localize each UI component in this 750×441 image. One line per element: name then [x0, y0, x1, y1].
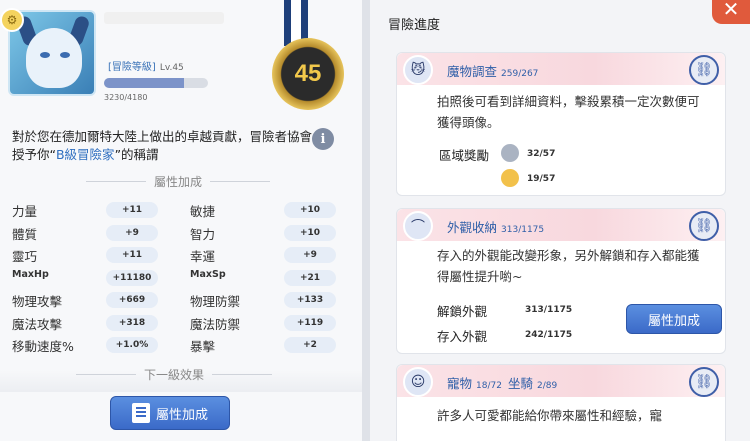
appearance-title: 外觀收納 [447, 220, 498, 235]
link-icon[interactable]: ⛓ [689, 211, 719, 241]
monster-survey-title-line: 魔物調查 259/267 [447, 61, 538, 80]
pet-title: 寵物 [447, 376, 473, 391]
unlock-appearance-label: 解鎖外觀 [437, 304, 488, 319]
attribute-name: 幸運 [190, 249, 216, 264]
attribute-value: +9 [284, 247, 336, 263]
attribute-value: +10 [284, 224, 336, 241]
attribute-name: 體質 [12, 226, 38, 242]
attribute-name: 靈巧 [12, 249, 38, 264]
pet-mount-card: ☺ 寵物 18/72 坐騎 2/89 ⛓ 許多人可愛都能給你帶來屬性和經驗，寵 [396, 364, 726, 441]
attribute-value: +21 [284, 269, 336, 286]
attribute-value: +11180 [106, 269, 158, 286]
unlock-appearance-value: 313/1175 [525, 305, 573, 315]
pet-mount-body: 許多人可愛都能給你帶來屬性和經驗，寵 [437, 408, 663, 423]
book-icon [131, 403, 150, 423]
mount-title: 坐騎 [507, 376, 533, 391]
appearance-body: 存入的外觀能改變形象，另外解鎖和存入都能獲得屬性提升喲~ [437, 248, 700, 284]
attribute-name: MaxSp [190, 268, 226, 280]
attribute-row: 力量 +11 敏捷 +10 [0, 199, 362, 221]
pet-count: 18/72 [476, 381, 502, 391]
info-icon[interactable]: i [312, 128, 334, 150]
exp-progress-fill [104, 78, 185, 88]
attribute-name: 魔法攻擊 [12, 316, 63, 332]
monster-face-icon: 😼 [403, 55, 433, 85]
appearance-attribute-bonus-button[interactable]: 屬性加成 [626, 304, 722, 334]
attribute-row: MaxHp +11180 MaxSp +21 [0, 267, 362, 289]
area-reward-label: 區域獎勵 [439, 148, 490, 163]
attribute-title-text: 屬性加成 [154, 175, 203, 189]
area-reward-2: 19/57 [527, 174, 556, 184]
player-name-bar [104, 12, 224, 24]
attribute-row: 體質 +9 智力 +10 [0, 222, 362, 244]
store-appearance-label: 存入外觀 [437, 329, 488, 344]
attribute-section-title: 屬性加成 [86, 173, 270, 190]
desc-suffix: ”的稱謂 [114, 147, 159, 162]
attribute-bonus-button-label: 屬性加成 [155, 407, 208, 423]
monster-survey-body: 拍照後可看到詳細資料，擊殺累積一定次數便可獲得頭像。 [437, 94, 700, 130]
close-icon[interactable]: ✕ [712, 0, 750, 24]
monster-survey-title: 魔物調查 [447, 64, 498, 79]
rank-description: 對於您在德加爾特大陸上做出的卓越貢獻，冒險者協會授予你“B級冒險家”的稱謂 [12, 128, 312, 164]
exp-text: 3230/4180 [104, 93, 148, 102]
level-label: Lv.45 [159, 63, 184, 73]
attribute-value: +318 [106, 314, 158, 331]
desc-title: B級冒險家 [55, 147, 115, 162]
portrait-face [26, 28, 82, 88]
silver-reward-icon [501, 144, 519, 162]
store-appearance-value: 242/1175 [525, 330, 573, 340]
adventure-progress-panel: 冒險進度 ✕ 😼 魔物調查 259/267 ⛓ 拍照後可看到詳細資料，擊殺累積一定… [370, 0, 750, 441]
pet-face-icon: ☺ [403, 367, 433, 397]
attribute-value: +669 [106, 292, 158, 308]
link-icon[interactable]: ⛓ [689, 55, 719, 85]
pet-mount-header: ☺ 寵物 18/72 坐騎 2/89 ⛓ [397, 365, 725, 397]
attribute-row: 移動速度% +1.0% 暴擊 +2 [0, 334, 362, 356]
settings-badge-icon[interactable]: ⚙ [0, 8, 24, 32]
rank-line: [冒險等級] Lv.45 [108, 58, 184, 73]
appearance-count: 313/1175 [501, 225, 545, 235]
attribute-value: +11 [106, 247, 158, 263]
appearance-header: ⌒ 外觀收納 313/1175 ⛓ [397, 209, 725, 241]
attribute-name: 移動速度% [12, 339, 74, 354]
attribute-name: MaxHp [12, 268, 49, 280]
panel-divider [362, 0, 370, 441]
portrait-eye [60, 52, 70, 58]
attribute-value: +119 [284, 314, 336, 331]
mount-count: 2/89 [536, 381, 558, 391]
attribute-value: +1.0% [106, 337, 158, 353]
cape-icon: ⌒ [403, 211, 433, 241]
attribute-name: 力量 [12, 204, 38, 219]
monster-survey-header: 😼 魔物調查 259/267 ⛓ [397, 53, 725, 85]
progress-title: 冒險進度 [388, 18, 441, 33]
attribute-value: +10 [284, 202, 336, 218]
link-icon[interactable]: ⛓ [689, 367, 719, 397]
next-level-section-title: 下一級效果 [76, 366, 272, 383]
attribute-name: 智力 [190, 226, 216, 242]
attribute-value: +133 [284, 292, 336, 308]
attribute-row: 靈巧 +11 幸運 +9 [0, 244, 362, 266]
attribute-value: +2 [284, 337, 336, 353]
exp-progress-bar [104, 78, 208, 88]
area-reward-1: 32/57 [527, 149, 556, 159]
attribute-bonus-button[interactable]: 屬性加成 [110, 396, 230, 430]
rank-label: [冒險等級] [108, 62, 156, 73]
attribute-name: 暴擊 [190, 339, 216, 354]
attribute-name: 物理攻擊 [12, 294, 63, 309]
attribute-row: 物理攻擊 +669 物理防禦 +133 [0, 289, 362, 311]
attribute-row: 魔法攻擊 +318 魔法防禦 +119 [0, 312, 362, 334]
monster-survey-count: 259/267 [501, 69, 539, 79]
pet-mount-title-line: 寵物 18/72 坐騎 2/89 [447, 373, 557, 392]
gold-reward-icon [501, 169, 519, 187]
monster-survey-card: 😼 魔物調查 259/267 ⛓ 拍照後可看到詳細資料，擊殺累積一定次數便可獲得頭… [396, 52, 726, 196]
level-medal-icon: 45 [272, 38, 344, 110]
attribute-name: 敏捷 [190, 204, 216, 219]
adventure-level-panel: ⚙ [冒險等級] Lv.45 3230/4180 45 對於您在德加爾特大陸上做出… [0, 0, 362, 441]
portrait-eye [40, 52, 50, 58]
attribute-name: 魔法防禦 [190, 316, 241, 332]
medal-level: 45 [294, 60, 322, 87]
attribute-name: 物理防禦 [190, 294, 241, 309]
attribute-value: +9 [106, 224, 158, 241]
attribute-value: +11 [106, 202, 158, 218]
appearance-title-line: 外觀收納 313/1175 [447, 217, 544, 236]
next-level-title-text: 下一級效果 [144, 368, 205, 382]
